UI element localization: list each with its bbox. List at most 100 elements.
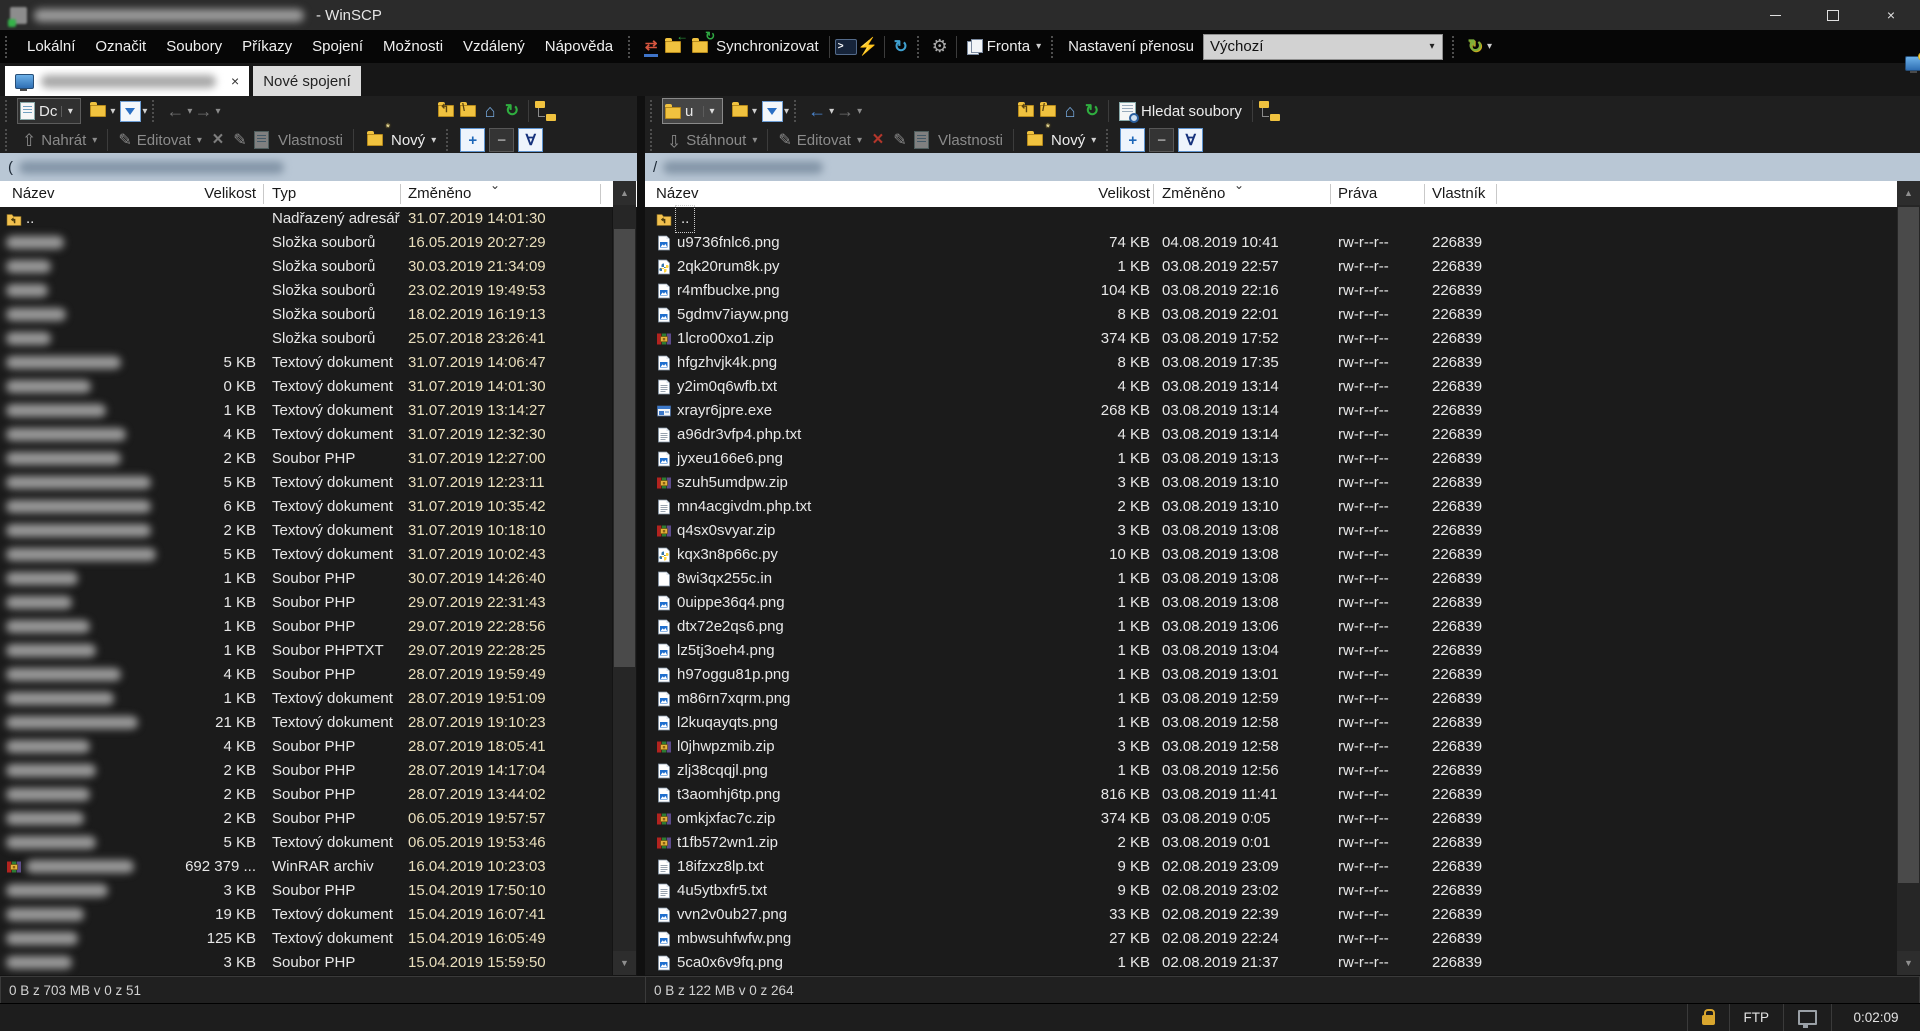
file-row[interactable]: t3aomhj6tp.png816 KB03.08.2019 11:41rw-r… xyxy=(645,783,1897,807)
connection-indicator[interactable] xyxy=(1783,1004,1831,1031)
column-divider[interactable] xyxy=(1424,184,1425,204)
file-row[interactable]: 2 KBTextový dokument31.07.2019 10:18:10 xyxy=(0,519,612,543)
file-row[interactable]: zlj38cqqjl.png1 KB03.08.2019 12:56rw-r--… xyxy=(645,759,1897,783)
menu-item-prikazy[interactable]: Příkazy xyxy=(232,30,302,63)
file-row[interactable]: jyxeu166e6.png1 KB03.08.2019 13:13rw-r--… xyxy=(645,447,1897,471)
chevron-down-icon[interactable]: ▾ xyxy=(857,106,862,117)
synchronize-panels-icon[interactable]: ⇄ xyxy=(640,36,662,58)
menu-item-spojeni[interactable]: Spojení xyxy=(302,30,373,63)
properties-button[interactable]: Vlastnosti xyxy=(273,127,348,154)
chevron-down-icon[interactable]: ▾ xyxy=(752,106,757,117)
file-row[interactable]: 0 KBTextový dokument31.07.2019 14:01:30 xyxy=(0,375,612,399)
file-row[interactable]: Složka souborů25.07.2018 23:26:41 xyxy=(0,327,612,351)
file-row[interactable]: 0uippe36q4.png1 KB03.08.2019 13:08rw-r--… xyxy=(645,591,1897,615)
rename-icon[interactable]: ✎ xyxy=(889,129,911,151)
invert-selection-button[interactable]: ∀ xyxy=(1178,128,1203,152)
toolbar-grip[interactable] xyxy=(917,36,924,58)
root-directory-icon[interactable]: \ xyxy=(457,100,479,122)
file-row[interactable]: xrayr6jpre.exe268 KB03.08.2019 13:14rw-r… xyxy=(645,399,1897,423)
commands-icon[interactable]: ⚡ xyxy=(857,36,879,58)
rename-icon[interactable]: ✎ xyxy=(229,129,251,151)
open-directory-icon[interactable] xyxy=(729,100,751,122)
synchronize-button[interactable]: ↻ Synchronizovat xyxy=(684,33,824,60)
file-row[interactable]: vvn2v0ub27.png33 KB02.08.2019 22:39rw-r-… xyxy=(645,903,1897,927)
file-row[interactable]: 3 KBSoubor PHP15.04.2019 15:59:50 xyxy=(0,951,612,975)
directory-tree-icon[interactable] xyxy=(1258,100,1280,122)
find-files-button[interactable]: Hledat soubory xyxy=(1114,98,1247,125)
panel-splitter[interactable] xyxy=(637,96,645,1003)
refresh-icon[interactable]: ↻ xyxy=(1081,100,1103,122)
file-row[interactable]: r4mfbuclxe.png104 KB03.08.2019 22:16rw-r… xyxy=(645,279,1897,303)
transfer-settings-icon[interactable]: ↻ xyxy=(1464,36,1486,58)
new-button[interactable]: * Nový ▾ xyxy=(1019,127,1101,154)
file-row[interactable]: l0jhwpzmib.zip3 KB03.08.2019 12:58rw-r--… xyxy=(645,735,1897,759)
file-row[interactable]: q4sx0svyar.zip3 KB03.08.2019 13:08rw-r--… xyxy=(645,519,1897,543)
parent-directory-icon[interactable]: ↰ xyxy=(435,100,457,122)
toolbar-grip[interactable] xyxy=(628,36,635,58)
remote-path-bar[interactable]: / xyxy=(645,153,1920,181)
chevron-down-icon[interactable]: ▾ xyxy=(431,135,436,146)
local-scrollbar[interactable]: ▲ ▼ xyxy=(613,181,636,975)
back-icon[interactable]: ← xyxy=(806,100,828,122)
file-row[interactable]: 8wi3qx255c.in1 KB03.08.2019 13:08rw-r--r… xyxy=(645,567,1897,591)
column-header-nazev[interactable]: Název xyxy=(12,181,55,207)
file-row[interactable]: szuh5umdpw.zip3 KB03.08.2019 13:10rw-r--… xyxy=(645,471,1897,495)
file-row[interactable]: mn4acgivdm.php.txt2 KB03.08.2019 13:10rw… xyxy=(645,495,1897,519)
select-files-button[interactable]: + xyxy=(460,128,485,152)
file-row[interactable]: .. xyxy=(645,207,1897,231)
file-row[interactable]: Složka souborů30.03.2019 21:34:09 xyxy=(0,255,612,279)
directory-tree-icon[interactable] xyxy=(534,100,556,122)
file-row[interactable]: h97oggu81p.png1 KB03.08.2019 13:01rw-r--… xyxy=(645,663,1897,687)
scroll-down-button[interactable]: ▼ xyxy=(1897,951,1920,975)
file-row[interactable]: hfgzhvjk4k.png8 KB03.08.2019 17:35rw-r--… xyxy=(645,351,1897,375)
select-files-button[interactable]: + xyxy=(1120,128,1145,152)
file-row[interactable]: 18ifzxz8lp.txt9 KB02.08.2019 23:09rw-r--… xyxy=(645,855,1897,879)
home-directory-icon[interactable]: ⌂ xyxy=(1059,100,1081,122)
back-icon[interactable]: ← xyxy=(164,100,186,122)
toolbar-grip[interactable] xyxy=(794,100,801,122)
transfer-preset-combobox[interactable]: Výchozí ▾ xyxy=(1203,34,1443,60)
file-row[interactable]: 692 379 ...WinRAR archiv16.04.2019 10:23… xyxy=(0,855,612,879)
menu-item-oznacit[interactable]: Označit xyxy=(85,30,156,63)
upload-button[interactable]: ⇧ Nahrát ▾ xyxy=(17,127,102,154)
chevron-down-icon[interactable]: ▾ xyxy=(215,106,220,117)
file-row[interactable]: mbwsuhfwfw.png27 KB02.08.2019 22:24rw-r-… xyxy=(645,927,1897,951)
file-row[interactable]: 2 KBSoubor PHP28.07.2019 14:17:04 xyxy=(0,759,612,783)
invert-selection-button[interactable]: ∀ xyxy=(518,128,543,152)
properties-button[interactable]: Vlastnosti xyxy=(933,127,1008,154)
file-row[interactable]: 3 KBSoubor PHP15.04.2019 17:50:10 xyxy=(0,879,612,903)
file-row[interactable]: 1 KBTextový dokument28.07.2019 19:51:09 xyxy=(0,687,612,711)
file-row[interactable]: 5gdmv7iayw.png8 KB03.08.2019 22:01rw-r--… xyxy=(645,303,1897,327)
file-row[interactable]: 1lcro00xo1.zip374 KB03.08.2019 17:52rw-r… xyxy=(645,327,1897,351)
file-row[interactable]: lz5tj3oeh4.png1 KB03.08.2019 13:04rw-r--… xyxy=(645,639,1897,663)
file-row[interactable]: 1 KBSoubor PHP29.07.2019 22:28:56 xyxy=(0,615,612,639)
new-button[interactable]: * Nový ▾ xyxy=(359,127,441,154)
file-row[interactable]: 1 KBTextový dokument31.07.2019 13:14:27 xyxy=(0,399,612,423)
menu-item-napoveda[interactable]: Nápověda xyxy=(535,30,623,63)
properties-icon[interactable] xyxy=(251,129,273,151)
column-header-prava[interactable]: Práva xyxy=(1338,181,1377,207)
column-divider[interactable] xyxy=(600,184,601,204)
menu-item-soubory[interactable]: Soubory xyxy=(156,30,232,63)
file-row[interactable]: 1 KBSoubor PHP30.07.2019 14:26:40 xyxy=(0,567,612,591)
file-row[interactable]: 2 KBSoubor PHP06.05.2019 19:57:57 xyxy=(0,807,612,831)
file-row[interactable]: 4 KBSoubor PHP28.07.2019 19:59:49 xyxy=(0,663,612,687)
encryption-indicator[interactable] xyxy=(1687,1004,1729,1031)
toolbar-grip[interactable] xyxy=(1452,36,1459,58)
scroll-up-button[interactable]: ▲ xyxy=(613,181,636,205)
remote-scrollbar[interactable]: ▲ ▼ xyxy=(1897,181,1920,975)
open-directory-icon[interactable] xyxy=(87,100,109,122)
properties-icon[interactable] xyxy=(911,129,933,151)
toolbar-grip[interactable] xyxy=(5,100,12,122)
protocol-indicator[interactable]: FTP xyxy=(1729,1004,1784,1031)
file-row[interactable]: 6 KBTextový dokument31.07.2019 10:35:42 xyxy=(0,495,612,519)
menu-item-moznosti[interactable]: Možnosti xyxy=(373,30,453,63)
toolbar-grip[interactable] xyxy=(650,100,657,122)
chevron-down-icon[interactable]: ▾ xyxy=(703,106,720,117)
chevron-down-icon[interactable]: ▾ xyxy=(110,106,115,117)
transfer-mode-icon[interactable]: ← xyxy=(662,36,684,58)
file-row[interactable]: Složka souborů18.02.2019 16:19:13 xyxy=(0,303,612,327)
file-row[interactable]: 4 KBSoubor PHP28.07.2019 18:05:41 xyxy=(0,735,612,759)
tab-active-session[interactable]: × xyxy=(5,66,249,96)
filter-icon[interactable] xyxy=(761,100,783,122)
